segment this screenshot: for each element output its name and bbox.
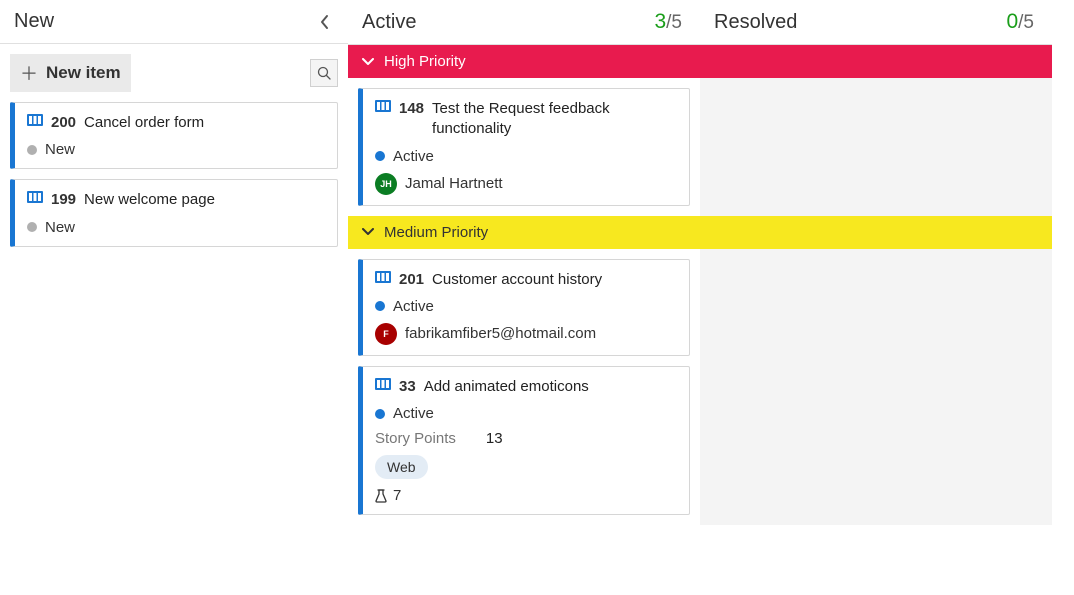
work-item-type-icon <box>375 377 391 391</box>
assignee-row: JH Jamal Hartnett <box>375 173 677 195</box>
state-dot-icon <box>375 409 385 419</box>
work-item-card[interactable]: 33 Add animated emoticons Active Story P… <box>358 366 690 515</box>
state-dot-icon <box>27 222 37 232</box>
column-active-header: Active 3/5 <box>348 0 700 45</box>
tag[interactable]: Web <box>375 455 428 479</box>
work-item-title: Customer account history <box>432 270 602 290</box>
tests-count: 7 <box>393 487 401 504</box>
column-resolved-title: Resolved <box>714 11 797 34</box>
tags-row: Web <box>375 455 677 479</box>
column-new-body: ＋ New item 200 Cancel order form <box>0 44 348 257</box>
swimlane-high-label: High Priority <box>384 53 466 70</box>
state-label: Active <box>393 148 434 165</box>
work-item-id: 199 <box>51 190 76 210</box>
story-points-row: Story Points 13 <box>375 430 677 447</box>
work-item-state: New <box>27 219 325 236</box>
state-label: New <box>45 141 75 158</box>
column-active-title: Active <box>362 11 416 34</box>
column-active-wip: 3/5 <box>654 10 682 34</box>
work-item-title: New welcome page <box>84 190 215 210</box>
search-button[interactable] <box>310 59 338 87</box>
kanban-board: New ＋ New item <box>0 0 1074 595</box>
state-dot-icon <box>27 145 37 155</box>
work-item-state: Active <box>375 405 677 422</box>
state-label: Active <box>393 298 434 315</box>
work-item-card[interactable]: 201 Customer account history Active F fa… <box>358 259 690 356</box>
swimlane-medium-body: 201 Customer account history Active F fa… <box>348 249 1052 526</box>
swimlane-high-priority-header[interactable]: High Priority <box>348 45 1052 78</box>
state-dot-icon <box>375 151 385 161</box>
wip-limit: /5 <box>1018 12 1034 33</box>
work-item-type-icon <box>375 99 391 113</box>
work-item-id: 201 <box>399 270 424 290</box>
wip-count: 3 <box>654 10 666 33</box>
lane-resolved-high <box>700 78 1052 216</box>
work-item-type-icon <box>375 270 391 284</box>
wip-count: 0 <box>1006 10 1018 33</box>
new-item-button[interactable]: ＋ New item <box>10 54 131 92</box>
work-item-card[interactable]: 200 Cancel order form New <box>10 102 338 169</box>
lane-resolved-medium <box>700 249 1052 526</box>
work-item-title: Add animated emoticons <box>424 377 589 397</box>
lane-active-high: 148 Test the Request feedback functional… <box>348 78 700 216</box>
search-icon <box>317 66 331 80</box>
story-points-value: 13 <box>486 430 503 447</box>
wip-limit: /5 <box>666 12 682 33</box>
work-item-id: 33 <box>399 377 416 397</box>
state-label: New <box>45 219 75 236</box>
chevron-down-icon <box>362 58 374 66</box>
column-new: New ＋ New item <box>0 0 348 595</box>
state-label: Active <box>393 405 434 422</box>
story-points-label: Story Points <box>375 430 456 447</box>
avatar: F <box>375 323 397 345</box>
work-item-title: Cancel order form <box>84 113 204 133</box>
work-item-card[interactable]: 199 New welcome page New <box>10 179 338 246</box>
column-resolved-header: Resolved 0/5 <box>700 0 1052 45</box>
new-item-label: New item <box>46 63 121 83</box>
chevron-down-icon <box>362 228 374 236</box>
column-resolved-wip: 0/5 <box>1006 10 1034 34</box>
swimlane-high-body: 148 Test the Request feedback functional… <box>348 78 1052 216</box>
work-item-id: 148 <box>399 99 424 119</box>
collapse-new-icon[interactable] <box>320 14 330 30</box>
tests-row[interactable]: 7 <box>375 487 677 504</box>
new-item-bar: ＋ New item <box>10 54 338 92</box>
plus-icon: ＋ <box>20 60 38 86</box>
work-item-state: Active <box>375 298 677 315</box>
swimlane-medium-label: Medium Priority <box>384 224 488 241</box>
assignee-row: F fabrikamfiber5@hotmail.com <box>375 323 677 345</box>
work-item-state: Active <box>375 148 677 165</box>
assignee-name: fabrikamfiber5@hotmail.com <box>405 325 596 342</box>
lane-active-medium: 201 Customer account history Active F fa… <box>348 249 700 526</box>
work-item-state: New <box>27 141 325 158</box>
work-item-card[interactable]: 148 Test the Request feedback functional… <box>358 88 690 206</box>
work-item-title: Test the Request feedback functionality <box>432 99 677 140</box>
work-item-type-icon <box>27 190 43 204</box>
swimlane-medium-priority-header[interactable]: Medium Priority <box>348 216 1052 249</box>
flask-icon <box>375 489 387 503</box>
swimlane-area: Active 3/5 Resolved 0/5 High Priority <box>348 0 1052 595</box>
assignee-name: Jamal Hartnett <box>405 175 503 192</box>
work-item-id: 200 <box>51 113 76 133</box>
column-new-header: New <box>0 0 348 44</box>
state-dot-icon <box>375 301 385 311</box>
column-new-title: New <box>14 10 54 33</box>
work-item-type-icon <box>27 113 43 127</box>
avatar: JH <box>375 173 397 195</box>
